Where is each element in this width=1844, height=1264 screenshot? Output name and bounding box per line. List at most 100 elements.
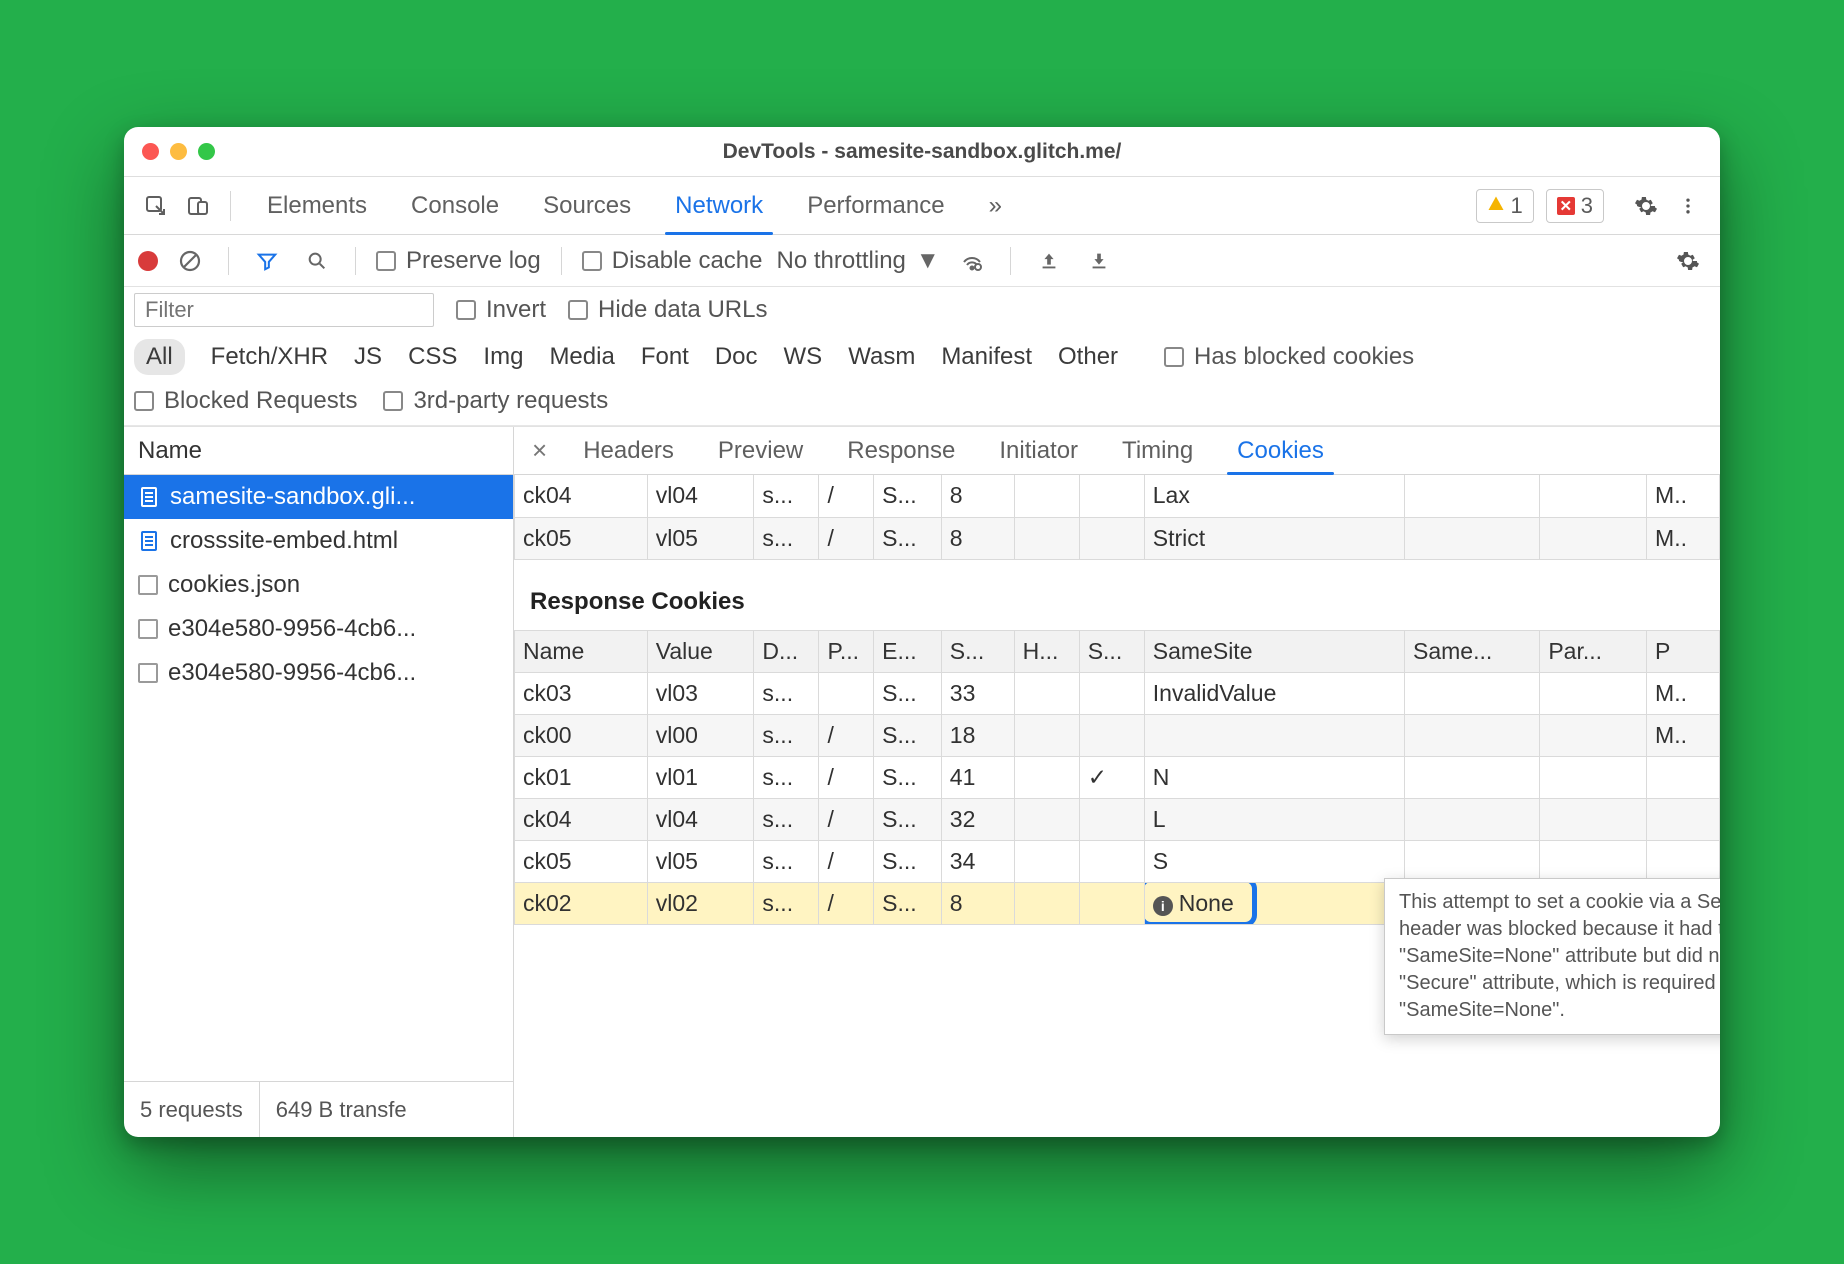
request-cookies-table: ck04 vl04 s... / S... 8 Lax (514, 475, 1720, 560)
record-button[interactable] (138, 251, 158, 271)
minimize-window-button[interactable] (170, 143, 187, 160)
tab-timing[interactable]: Timing (1100, 427, 1215, 474)
chip-js[interactable]: JS (354, 343, 382, 371)
request-row[interactable]: e304e580-9956-4cb6... (124, 651, 513, 695)
network-settings-icon[interactable] (1670, 243, 1706, 279)
request-row[interactable]: samesite-sandbox.gli... (124, 475, 513, 519)
preserve-log-checkbox[interactable]: Preserve log (376, 247, 541, 275)
samesite-none-cell[interactable]: iNone (1144, 882, 1404, 924)
col-secure[interactable]: S... (1079, 630, 1144, 672)
errors-count: 3 (1581, 193, 1593, 219)
chip-css[interactable]: CSS (408, 343, 457, 371)
preserve-log-label: Preserve log (406, 247, 541, 275)
tab-cookies[interactable]: Cookies (1215, 427, 1346, 474)
tab-more[interactable]: » (967, 177, 1024, 234)
device-toggle-icon[interactable] (180, 188, 216, 224)
third-party-checkbox[interactable]: 3rd-party requests (383, 387, 608, 415)
table-row[interactable]: ck04 vl04 s... / S... 8 Lax (515, 475, 1720, 517)
blocked-requests-checkbox[interactable]: Blocked Requests (134, 387, 357, 415)
cookie-warning-tooltip: This attempt to set a cookie via a Set-C… (1384, 878, 1720, 1035)
col-httponly[interactable]: H... (1014, 630, 1079, 672)
error-icon: ✕ (1557, 197, 1575, 215)
disable-cache-checkbox[interactable]: Disable cache (582, 247, 763, 275)
chip-manifest[interactable]: Manifest (941, 343, 1032, 371)
table-row[interactable]: ck04vl04s.../S...32L (515, 798, 1720, 840)
chip-font[interactable]: Font (641, 343, 689, 371)
search-icon[interactable] (299, 243, 335, 279)
close-detail-button[interactable]: × (518, 435, 561, 466)
tab-sources[interactable]: Sources (521, 177, 653, 234)
throttling-value: No throttling (776, 247, 905, 275)
filter-icon[interactable] (249, 243, 285, 279)
col-domain[interactable]: D... (754, 630, 819, 672)
table-row[interactable]: ck03vl03s...S...33InvalidValueM.. (515, 672, 1720, 714)
col-name[interactable]: Name (515, 630, 648, 672)
chip-all[interactable]: All (134, 339, 185, 375)
cookies-content: ck04 vl04 s... / S... 8 Lax (514, 475, 1720, 1137)
throttling-select[interactable]: No throttling ▼ (776, 247, 939, 275)
request-name: e304e580-9956-4cb6... (168, 615, 416, 643)
download-har-icon[interactable] (1081, 243, 1117, 279)
table-row[interactable]: ck00vl00s.../S...18M.. (515, 714, 1720, 756)
request-list-header[interactable]: Name (124, 427, 513, 475)
tab-performance[interactable]: Performance (785, 177, 966, 234)
maximize-window-button[interactable] (198, 143, 215, 160)
request-row[interactable]: crosssite-embed.html (124, 519, 513, 563)
chip-ws[interactable]: WS (784, 343, 823, 371)
upload-har-icon[interactable] (1031, 243, 1067, 279)
titlebar: DevTools - samesite-sandbox.glitch.me/ (124, 127, 1720, 177)
request-row[interactable]: cookies.json (124, 563, 513, 607)
close-window-button[interactable] (142, 143, 159, 160)
document-icon (138, 486, 160, 508)
request-row[interactable]: e304e580-9956-4cb6... (124, 607, 513, 651)
kebab-menu-icon[interactable] (1670, 188, 1706, 224)
info-icon: i (1153, 896, 1173, 916)
has-blocked-cookies-checkbox[interactable]: Has blocked cookies (1164, 343, 1414, 371)
chip-other[interactable]: Other (1058, 343, 1118, 371)
panel-tabs: Elements Console Sources Network Perform… (245, 177, 1024, 234)
tab-preview[interactable]: Preview (696, 427, 825, 474)
col-path[interactable]: P... (819, 630, 874, 672)
col-value[interactable]: Value (647, 630, 754, 672)
chip-fetch[interactable]: Fetch/XHR (211, 343, 328, 371)
tab-initiator[interactable]: Initiator (977, 427, 1100, 474)
col-priority[interactable]: P (1647, 630, 1720, 672)
invert-checkbox[interactable]: Invert (456, 296, 546, 324)
tab-response[interactable]: Response (825, 427, 977, 474)
status-bar: 5 requests 649 B transfe (124, 1081, 513, 1137)
tab-network[interactable]: Network (653, 177, 785, 234)
tab-headers[interactable]: Headers (561, 427, 696, 474)
chip-media[interactable]: Media (549, 343, 614, 371)
col-partitionkey[interactable]: Par... (1540, 630, 1647, 672)
detail-panel: × Headers Preview Response Initiator Tim… (514, 427, 1720, 1137)
errors-badge[interactable]: ✕ 3 (1546, 189, 1604, 223)
table-row[interactable]: ck05vl05s.../S...34S (515, 840, 1720, 882)
filter-row: Invert Hide data URLs All Fetch/XHR JS C… (124, 287, 1720, 426)
chip-wasm[interactable]: Wasm (848, 343, 915, 371)
status-transfer: 649 B transfe (260, 1082, 423, 1137)
gear-icon[interactable] (1628, 188, 1664, 224)
col-expires[interactable]: E... (874, 630, 942, 672)
network-conditions-icon[interactable] (954, 243, 990, 279)
chip-img[interactable]: Img (483, 343, 523, 371)
filter-input[interactable] (134, 293, 434, 327)
request-name: e304e580-9956-4cb6... (168, 659, 416, 687)
inspect-icon[interactable] (138, 188, 174, 224)
col-sameparty[interactable]: Same... (1405, 630, 1540, 672)
window-title: DevTools - samesite-sandbox.glitch.me/ (124, 140, 1720, 164)
warnings-badge[interactable]: 1 (1476, 189, 1534, 223)
network-toolbar: Preserve log Disable cache No throttling… (124, 235, 1720, 287)
col-samesite[interactable]: SameSite (1144, 630, 1404, 672)
chip-doc[interactable]: Doc (715, 343, 758, 371)
table-row[interactable]: ck01vl01s.../S...41✓N (515, 756, 1720, 798)
tab-console[interactable]: Console (389, 177, 521, 234)
file-icon (138, 663, 158, 683)
col-size[interactable]: S... (941, 630, 1014, 672)
hide-data-urls-checkbox[interactable]: Hide data URLs (568, 296, 767, 324)
clear-icon[interactable] (172, 243, 208, 279)
table-row[interactable]: ck05 vl05 s... / S... 8 Strict (515, 517, 1720, 559)
tab-elements[interactable]: Elements (245, 177, 389, 234)
request-list-panel: Name samesite-sandbox.gli... crosssite-e… (124, 427, 514, 1137)
document-icon (138, 530, 160, 552)
request-name: cookies.json (168, 571, 300, 599)
